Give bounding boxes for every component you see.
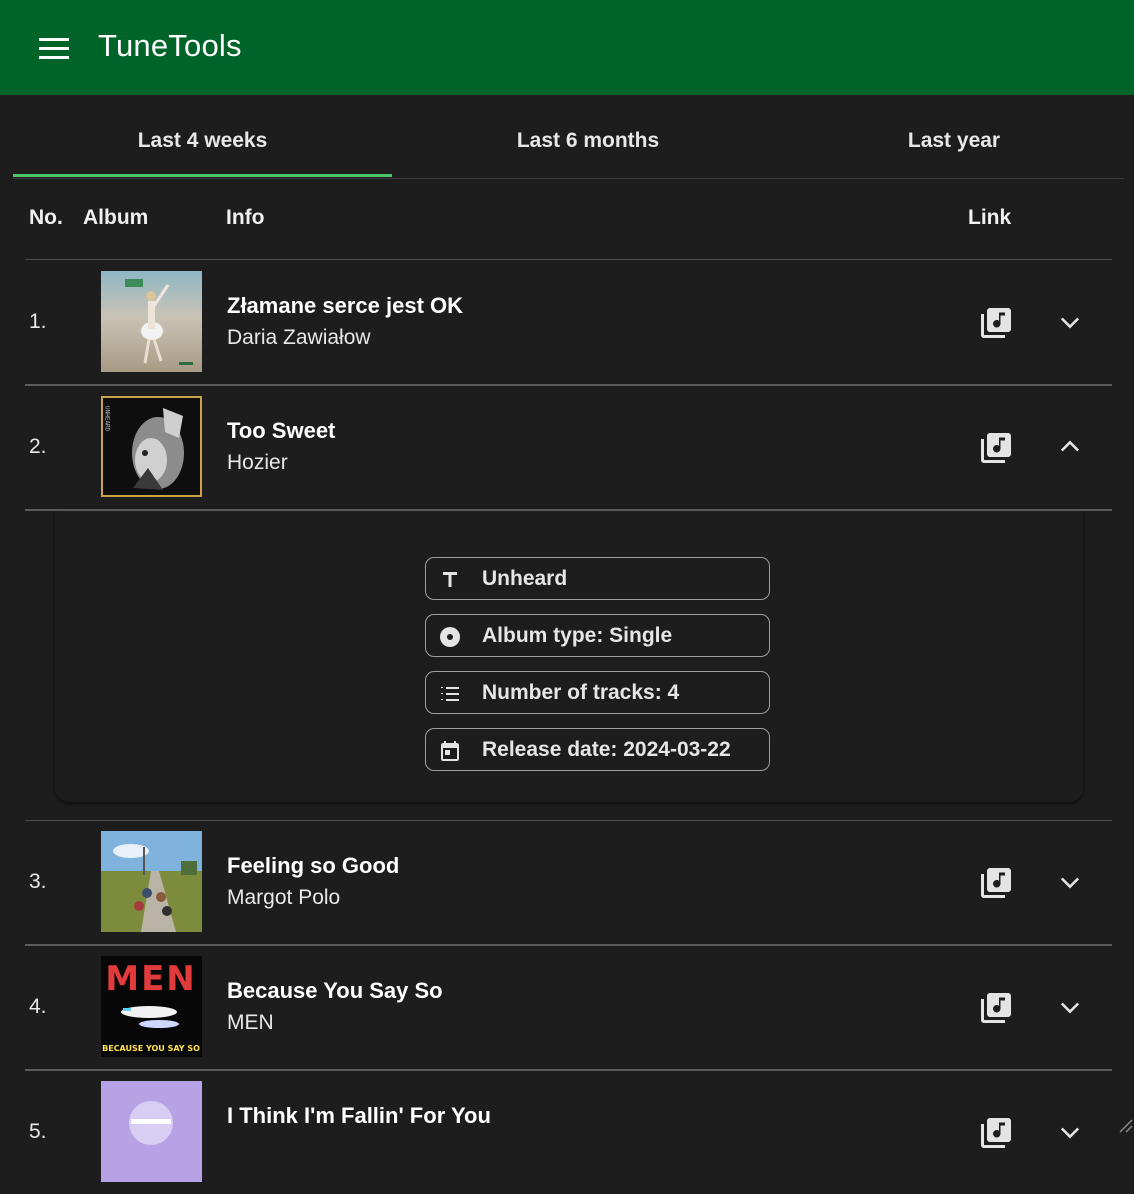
album-title: Feeling so Good [227, 853, 400, 878]
header-no: No. [29, 206, 63, 229]
cover-caption: BECAUSE YOU SAY SO [102, 1044, 200, 1053]
expand-chevron-down-icon[interactable] [1056, 993, 1084, 1021]
expand-chevron-down-icon[interactable] [1056, 308, 1084, 336]
row-number: 1. [29, 310, 47, 333]
cover-logo-men: MEN [105, 959, 197, 999]
album-name: Unheard [482, 567, 568, 590]
resize-grip-icon[interactable] [1114, 1114, 1134, 1134]
cover-text-unheard: UNHEARD [104, 406, 111, 432]
tab-last-6-months[interactable]: Last 6 months [392, 105, 784, 177]
album-cover: MEN BECAUSE YOU SAY SO [101, 956, 202, 1057]
tab-last-year[interactable]: Last year [784, 105, 1124, 177]
album-cover [101, 1081, 202, 1182]
table-row: 2. UNHEARD Too Sweet Hozier [25, 385, 1112, 511]
expand-chevron-down-icon[interactable] [1056, 868, 1084, 896]
table-row: 3. Feeling so Good Margot Polo [25, 820, 1112, 946]
artist-name: Hozier [227, 451, 288, 474]
header-album: Album [83, 206, 149, 229]
row-number: 4. [29, 995, 47, 1018]
album-title: Too Sweet [227, 418, 336, 443]
release-date-chip[interactable]: Release date: 2024-03-22 [425, 728, 770, 771]
album-title: Because You Say So [227, 978, 443, 1003]
header-info: Info [226, 206, 265, 229]
disc-icon [440, 627, 460, 647]
active-tab-indicator [13, 174, 392, 177]
release-date: Release date: 2024-03-22 [482, 738, 731, 761]
row-number: 5. [29, 1120, 47, 1143]
library-music-icon[interactable] [978, 1115, 1014, 1151]
numbered-list-icon [441, 687, 459, 701]
table-row: 1. Złamane serce jest OK Daria Zawiałow [25, 260, 1112, 386]
table-row: 4. MEN BECAUSE YOU SAY SO Because You Sa… [25, 945, 1112, 1071]
expand-chevron-down-icon[interactable] [1056, 1118, 1084, 1146]
tab-last-4-weeks[interactable]: Last 4 weeks [13, 105, 392, 177]
track-count: Number of tracks: 4 [482, 681, 680, 704]
calendar-icon [441, 741, 459, 761]
library-music-icon[interactable] [978, 865, 1014, 901]
collapse-chevron-up-icon[interactable] [1056, 433, 1084, 461]
album-cover [101, 831, 202, 932]
table-row: 5. I Think I'm Fallin' For You [25, 1070, 1112, 1194]
details-card: Unheard Album type: Single Number of tra… [55, 510, 1083, 802]
track-count-chip[interactable]: Number of tracks: 4 [425, 671, 770, 714]
menu-icon[interactable] [34, 30, 74, 66]
row-number: 2. [29, 435, 47, 458]
header-link: Link [968, 206, 1012, 229]
album-type-chip[interactable]: Album type: Single [425, 614, 770, 657]
album-cover [101, 271, 202, 372]
artist-name: Margot Polo [227, 886, 341, 909]
library-music-icon[interactable] [978, 990, 1014, 1026]
artist-name: MEN [227, 1011, 274, 1034]
table-header: No. Album Info Link [25, 190, 1112, 260]
row-number: 3. [29, 870, 47, 893]
album-details-panel: Unheard Album type: Single Number of tra… [25, 510, 1112, 821]
album-cover: UNHEARD [101, 396, 202, 497]
app-bar: TuneTools [0, 0, 1134, 95]
album-title: I Think I'm Fallin' For You [227, 1103, 491, 1128]
album-name-chip[interactable]: Unheard [425, 557, 770, 600]
time-range-tabs: Last 4 weeks Last 6 months Last year [13, 105, 1124, 179]
album-type: Album type: Single [482, 624, 673, 647]
app-title: TuneTools [98, 28, 242, 63]
album-title: Złamane serce jest OK [227, 293, 464, 318]
library-music-icon[interactable] [978, 305, 1014, 341]
title-icon [443, 572, 457, 587]
artist-name: Daria Zawiałow [227, 326, 371, 349]
library-music-icon[interactable] [978, 430, 1014, 466]
